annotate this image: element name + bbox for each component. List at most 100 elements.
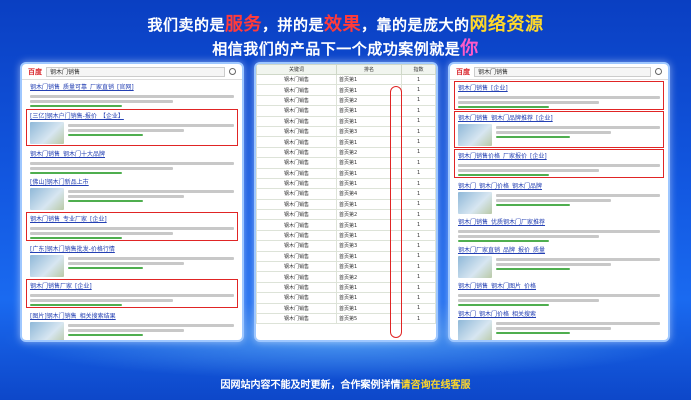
index-cell: 1 <box>401 73 436 86</box>
search-query-field[interactable]: 钢木门销售 <box>474 66 651 77</box>
result-snippet <box>458 162 660 176</box>
keyword-cell: 钢木门销售 <box>256 177 337 190</box>
snippet-line <box>30 304 122 306</box>
search-result-title[interactable]: 钢木门销售价格_厂家报价_[企业] <box>458 151 660 160</box>
search-result-item[interactable]: 钢木门销售_钢木门品牌推荐_[企业] <box>454 111 664 148</box>
search-result-title[interactable]: 钢木门销售_质量可靠_厂家直销_[官网] <box>30 82 234 91</box>
search-result-item[interactable]: 钢木门销售_专业厂家_[企业] <box>26 212 238 241</box>
search-result-item[interactable]: [佛山]钢木门新品上市 <box>22 175 242 211</box>
footer-highlight[interactable]: 请咨询在线客服 <box>401 380 471 391</box>
result-thumbnail-image <box>458 124 492 146</box>
search-result-body <box>30 188 234 210</box>
table-row: 钢木门销售 首页第1 1 <box>256 261 436 273</box>
search-result-item[interactable]: 钢木门销售价格_厂家报价_[企业] <box>454 149 664 178</box>
search-result-item[interactable]: 钢木门销售_钢木门图片_价格 <box>450 279 668 307</box>
ranking-table-panel: 关键词 排名 指数 钢木门销售 首页第1 1 钢木门销售 首页第1 1 钢木门销售 首页第2 1… <box>254 62 438 342</box>
search-result-title[interactable]: 钢木门销售_[企业] <box>458 83 660 92</box>
search-result-item[interactable]: 钢木门销售_[企业] <box>454 81 664 110</box>
keyword-cell: 钢木门销售 <box>256 250 337 263</box>
index-cell: 1 <box>401 105 436 117</box>
table-row: 钢木门销售 首页第1 1 <box>256 229 436 242</box>
snippet-line <box>30 227 234 230</box>
result-thumbnail-image <box>458 320 492 340</box>
search-result-title[interactable]: [广东]钢木门销售批发-价格行情 <box>30 244 234 253</box>
result-snippet <box>458 228 660 242</box>
search-result-item[interactable]: 钢木门销售_钢木门十大品牌 <box>22 147 242 175</box>
search-result-item[interactable]: [广东]钢木门销售批发-价格行情 <box>22 242 242 278</box>
headline-highlight-effect: 效果 <box>324 14 361 35</box>
search-result-title[interactable]: 钢木门销售_钢木门图片_价格 <box>458 281 660 290</box>
column-header-keyword: 关键词 <box>256 64 337 75</box>
search-result-item[interactable]: 钢木门厂家直销_品牌_报价_质量 <box>450 243 668 279</box>
snippet-line <box>30 95 234 98</box>
search-result-title[interactable]: 钢木门_钢木门价格_钢木门品牌 <box>458 181 660 190</box>
search-result-body <box>30 292 234 306</box>
snippet-line <box>458 169 600 172</box>
table-row: 钢木门销售 首页第1 1 <box>256 115 436 127</box>
result-snippet <box>30 93 234 107</box>
search-result-title[interactable]: 钢木门销售厂家_[企业] <box>30 281 234 290</box>
search-result-item[interactable]: 钢木门销售_质量可靠_厂家直销_[官网] <box>22 80 242 108</box>
keyword-cell: 钢木门销售 <box>256 84 337 96</box>
index-cell: 1 <box>401 292 436 304</box>
search-result-item[interactable]: 钢木门销售_优质钢木门厂家推荐 <box>450 215 668 243</box>
table-row: 钢木门销售 首页第2 1 <box>256 94 436 107</box>
result-snippet <box>496 256 660 278</box>
table-row: 钢木门销售 首页第1 1 <box>256 167 436 179</box>
table-row: 钢木门销售 首页第1 1 <box>256 292 436 304</box>
keyword-cell: 钢木门销售 <box>256 188 337 200</box>
headline-line-1: 我们卖的是服务，拼的是效果，靠的是庞大的网络资源 <box>0 10 691 36</box>
search-result-item[interactable]: [三亿]钢木户门销售-报价_【企业】 <box>26 109 238 146</box>
search-icon[interactable] <box>229 68 236 75</box>
result-snippet <box>68 122 234 144</box>
table-header-row: 关键词 排名 指数 <box>256 64 436 75</box>
highlight-rank-box <box>390 86 402 338</box>
snippet-line <box>30 232 173 235</box>
headline-highlight-resources: 网络资源 <box>469 14 544 35</box>
snippet-line <box>68 129 185 132</box>
search-query-field[interactable]: 钢木门销售 <box>46 66 225 77</box>
keyword-cell: 钢木门销售 <box>256 302 337 315</box>
search-result-item[interactable]: 钢木门_钢木门价格_相关搜索 <box>450 307 668 340</box>
search-icon[interactable] <box>655 68 662 75</box>
snippet-line <box>458 240 549 242</box>
keyword-cell: 钢木门销售 <box>256 209 337 221</box>
footer-text: 因网站内容不能及时更新，合作案例详情 <box>220 380 401 391</box>
search-result-title[interactable]: 钢木门厂家直销_品牌_报价_质量 <box>458 245 660 254</box>
table-row: 钢木门销售 首页第2 1 <box>256 209 436 221</box>
snippet-line <box>458 174 549 176</box>
table-row: 钢木门销售 首页第2 1 <box>256 146 436 159</box>
search-result-body <box>458 320 660 340</box>
search-result-item[interactable]: [图片]钢木门销售_相关搜索结果 <box>22 309 242 340</box>
search-result-title[interactable]: [佛山]钢木门新品上市 <box>30 177 234 186</box>
search-result-panel-left: 百度 钢木门销售 钢木门销售_质量可靠_厂家直销_[官网] [三亿]钢木户门销售-… <box>20 62 244 342</box>
search-results-list: 钢木门销售_[企业] 钢木门销售_钢木门品牌推荐_[企业] 钢木门销售价格_厂家报价… <box>450 81 668 340</box>
search-result-item[interactable]: 钢木门销售厂家_[企业] <box>26 279 238 308</box>
snippet-line <box>68 334 143 336</box>
search-result-title[interactable]: 钢木门销售_优质钢木门厂家推荐 <box>458 217 660 226</box>
result-thumbnail-image <box>30 322 64 340</box>
snippet-line <box>496 131 611 134</box>
search-result-item[interactable]: 钢木门_钢木门价格_钢木门品牌 <box>450 179 668 215</box>
keyword-cell: 钢木门销售 <box>256 105 337 117</box>
snippet-line <box>68 262 185 265</box>
search-result-panel-right: 百度 钢木门销售 钢木门销售_[企业] 钢木门销售_钢木门品牌推荐_[企业] 钢木门… <box>448 62 670 342</box>
index-cell: 1 <box>401 219 436 231</box>
search-result-title[interactable]: 钢木门销售_钢木门品牌推荐_[企业] <box>458 113 660 122</box>
search-result-body <box>458 256 660 278</box>
search-result-title[interactable]: [图片]钢木门销售_相关搜索结果 <box>30 311 234 320</box>
search-result-title[interactable]: 钢木门销售_钢木门十大品牌 <box>30 149 234 158</box>
keyword-cell: 钢木门销售 <box>256 219 337 231</box>
snippet-line <box>496 268 570 270</box>
snippet-line <box>496 263 611 266</box>
result-snippet <box>458 94 660 108</box>
search-result-title[interactable]: 钢木门_钢木门价格_相关搜索 <box>458 309 660 318</box>
keyword-cell: 钢木门销售 <box>256 281 337 294</box>
result-thumbnail-image <box>30 188 64 210</box>
table-row: 钢木门销售 首页第2 1 <box>256 271 436 283</box>
search-result-title[interactable]: 钢木门销售_专业厂家_[企业] <box>30 214 234 223</box>
result-snippet <box>68 322 234 340</box>
search-result-title[interactable]: [三亿]钢木户门销售-报价_【企业】 <box>30 111 234 120</box>
column-header-index: 指数 <box>401 64 436 75</box>
table-row: 钢木门销售 首页第1 1 <box>256 105 436 117</box>
